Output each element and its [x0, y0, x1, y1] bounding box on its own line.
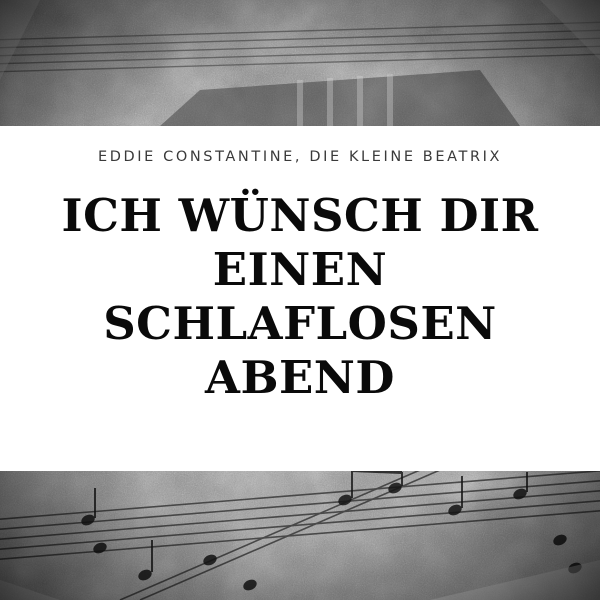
title-band: EDDIE CONSTANTINE, DIE KLEINE BEATRIX IC…: [0, 126, 600, 471]
album-cover: EDDIE CONSTANTINE, DIE KLEINE BEATRIX IC…: [0, 0, 600, 600]
album-title: ICH WÜNSCH DIR EINEN SCHLAFLOSEN ABEND: [61, 189, 539, 404]
artist-name: EDDIE CONSTANTINE, DIE KLEINE BEATRIX: [97, 149, 503, 165]
